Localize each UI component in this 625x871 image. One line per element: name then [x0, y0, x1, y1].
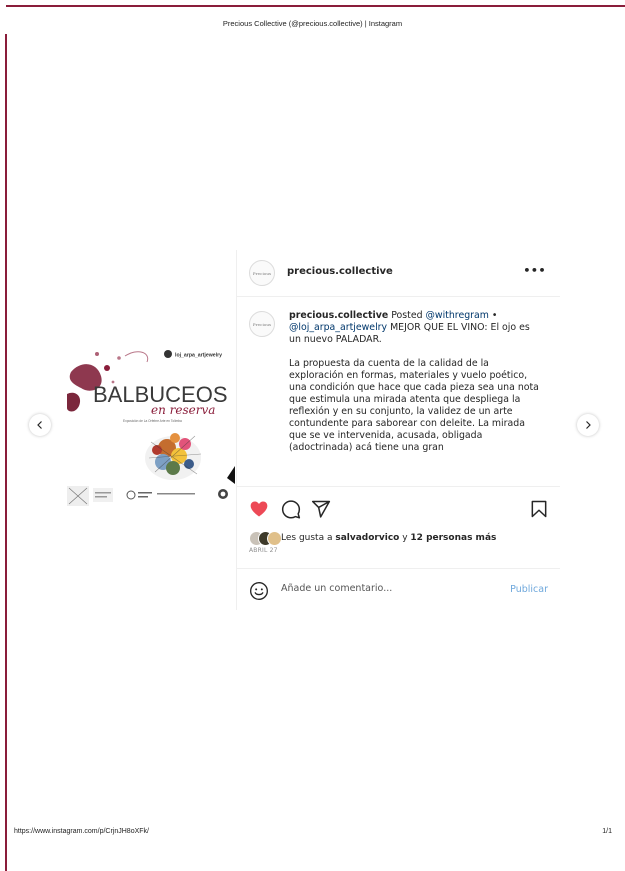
post-date[interactable]: ABRIL 27 [249, 547, 278, 554]
caption-bullet: • [488, 310, 498, 321]
heart-icon [250, 501, 268, 517]
liker-avatar [267, 531, 282, 546]
print-header-title: Precious Collective (@precious.collectiv… [222, 19, 403, 28]
print-page-number: 1/1 [602, 828, 612, 835]
emoji-picker-button[interactable] [249, 581, 269, 601]
bookmark-icon [531, 500, 547, 518]
author-username-link[interactable]: precious.collective [287, 266, 393, 277]
liker-avatars[interactable] [249, 531, 283, 546]
like-button[interactable] [249, 499, 269, 519]
send-icon [311, 500, 331, 518]
exhibition-poster: loj_arpa_artjewelry BALBUCEOS en reserva… [67, 338, 235, 512]
avatar-logo: Precious [252, 321, 272, 327]
print-footer-url: https://www.instagram.com/p/CrjnJH8oXFk/ [14, 828, 149, 835]
likes-prefix: Les gusta a [281, 533, 336, 543]
share-button[interactable] [311, 499, 331, 519]
previous-post-button[interactable] [29, 414, 51, 436]
publish-comment-button[interactable]: Publicar [510, 584, 548, 595]
poster-subtitle: en reserva [151, 403, 215, 417]
add-comment-bar: Publicar [237, 568, 560, 611]
print-crop-mark-left [5, 34, 7, 871]
likes-count-link[interactable]: 12 personas más [410, 533, 496, 543]
save-button[interactable] [529, 499, 549, 519]
caption-username-link[interactable]: precious.collective [289, 310, 388, 321]
post-caption: Precious precious.collective Posted @wit… [237, 297, 560, 485]
likes-summary: Les gusta a salvadorvico y 12 personas m… [281, 533, 496, 543]
post-image[interactable]: loj_arpa_artjewelry BALBUCEOS en reserva… [67, 338, 235, 512]
author-avatar[interactable]: Precious [249, 260, 275, 286]
smiley-icon [250, 582, 268, 600]
post-header: Precious precious.collective ••• [237, 250, 560, 297]
caption-text: precious.collective Posted @withregram •… [289, 310, 544, 466]
mention-link-withregram[interactable]: @withregram [426, 310, 489, 321]
more-options-icon[interactable]: ••• [523, 264, 546, 277]
print-crop-mark-top [6, 5, 625, 7]
avatar-logo: Precious [252, 270, 272, 276]
next-post-button[interactable] [577, 414, 599, 436]
caption-avatar[interactable]: Precious [249, 311, 275, 337]
liker-username-link[interactable]: salvadorvico [335, 533, 399, 543]
comment-icon [281, 500, 301, 519]
poster-tagline: Exposición de La Orfebre Arte en Tolimba [123, 419, 182, 423]
caption-paragraph-2: La propuesta da cuenta de la calidad de … [289, 358, 539, 453]
caption-posted-label: Posted [388, 310, 426, 321]
mention-link-artjewelry[interactable]: @loj_arpa_artjewelry [289, 322, 387, 333]
chevron-right-icon [586, 421, 591, 429]
comment-input[interactable] [281, 583, 481, 594]
comment-button[interactable] [281, 499, 301, 519]
caption-paragraph-1: precious.collective Posted @withregram •… [289, 310, 544, 346]
poster-account-tag: loj_arpa_artjewelry [175, 353, 222, 359]
chevron-left-icon [37, 421, 42, 429]
likes-conjunction: y [399, 533, 411, 543]
post-detail-panel: Precious precious.collective ••• Preciou… [236, 250, 560, 610]
